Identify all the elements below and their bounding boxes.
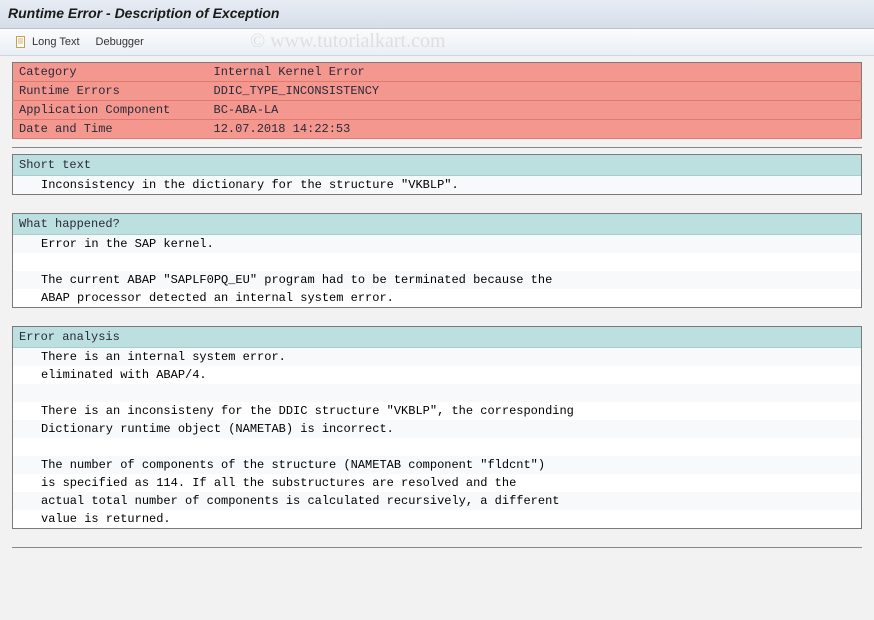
- summary-label: Date and Time: [13, 120, 208, 139]
- section-box: Error analysisThere is an internal syste…: [12, 326, 862, 529]
- debugger-button[interactable]: Debugger: [90, 34, 150, 50]
- separator: [12, 147, 862, 148]
- summary-label: Runtime Errors: [13, 82, 208, 101]
- separator-bottom: [12, 547, 862, 548]
- summary-value: DDIC_TYPE_INCONSISTENCY: [208, 82, 862, 101]
- section-line: is specified as 114. If all the substruc…: [13, 474, 861, 492]
- summary-value: BC-ABA-LA: [208, 101, 862, 120]
- section-line: actual total number of components is cal…: [13, 492, 861, 510]
- toolbar: Long Text Debugger: [0, 29, 874, 56]
- section-line: Error in the SAP kernel.: [13, 235, 861, 253]
- summary-table: CategoryInternal Kernel ErrorRuntime Err…: [12, 62, 862, 139]
- section-line: Inconsistency in the dictionary for the …: [13, 176, 861, 194]
- summary-row: Application ComponentBC-ABA-LA: [13, 101, 862, 120]
- section-header: Short text: [13, 155, 861, 176]
- summary-row: CategoryInternal Kernel Error: [13, 63, 862, 82]
- debugger-label: Debugger: [96, 36, 144, 48]
- section-line: [13, 384, 861, 402]
- title-bar: Runtime Error - Description of Exception: [0, 0, 874, 29]
- summary-row: Runtime ErrorsDDIC_TYPE_INCONSISTENCY: [13, 82, 862, 101]
- section-header: Error analysis: [13, 327, 861, 348]
- section-line: eliminated with ABAP/4.: [13, 366, 861, 384]
- content-area: CategoryInternal Kernel ErrorRuntime Err…: [0, 56, 874, 566]
- section-line: There is an internal system error.: [13, 348, 861, 366]
- long-text-button[interactable]: Long Text: [8, 33, 86, 51]
- summary-row: Date and Time12.07.2018 14:22:53: [13, 120, 862, 139]
- section-line: The number of components of the structur…: [13, 456, 861, 474]
- section-line: [13, 253, 861, 271]
- page-title: Runtime Error - Description of Exception: [8, 5, 279, 21]
- summary-label: Application Component: [13, 101, 208, 120]
- section-body: Inconsistency in the dictionary for the …: [13, 176, 861, 194]
- summary-label: Category: [13, 63, 208, 82]
- section-line: ABAP processor detected an internal syst…: [13, 289, 861, 307]
- summary-value: 12.07.2018 14:22:53: [208, 120, 862, 139]
- section-line: value is returned.: [13, 510, 861, 528]
- section-box: Short textInconsistency in the dictionar…: [12, 154, 862, 195]
- section-box: What happened?Error in the SAP kernel. T…: [12, 213, 862, 308]
- section-line: The current ABAP "SAPLF0PQ_EU" program h…: [13, 271, 861, 289]
- section-line: Dictionary runtime object (NAMETAB) is i…: [13, 420, 861, 438]
- summary-value: Internal Kernel Error: [208, 63, 862, 82]
- section-body: There is an internal system error.elimin…: [13, 348, 861, 528]
- document-icon: [14, 35, 28, 49]
- section-body: Error in the SAP kernel. The current ABA…: [13, 235, 861, 307]
- long-text-label: Long Text: [32, 36, 80, 48]
- section-line: [13, 438, 861, 456]
- section-header: What happened?: [13, 214, 861, 235]
- section-line: There is an inconsisteny for the DDIC st…: [13, 402, 861, 420]
